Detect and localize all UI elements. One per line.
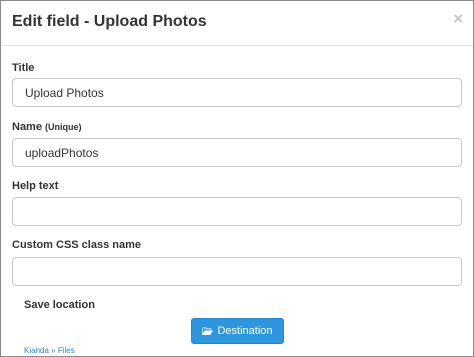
dialog-header: Edit field - Upload Photos ×	[1, 1, 473, 46]
help-text-label: Help text	[12, 180, 59, 192]
css-class-label: Custom CSS class name	[12, 239, 141, 251]
destination-button-label: Destination	[217, 325, 273, 337]
destination-button[interactable]: Destination	[191, 318, 284, 344]
breadcrumb: Kianda » Files	[24, 346, 75, 355]
breadcrumb-separator: »	[51, 346, 56, 355]
breadcrumb-current-link[interactable]: Files	[58, 346, 75, 355]
name-label: Name (Unique)	[12, 121, 82, 133]
help-text-input[interactable]	[12, 197, 462, 226]
title-label: Title	[12, 62, 35, 74]
title-input[interactable]	[12, 78, 462, 107]
name-unique-hint: (Unique)	[45, 122, 82, 132]
dialog-title: Edit field - Upload Photos	[12, 13, 207, 30]
breadcrumb-root-link[interactable]: Kianda	[24, 346, 49, 355]
name-input[interactable]	[12, 138, 462, 167]
save-location-label: Save location	[24, 299, 95, 311]
name-label-text: Name	[12, 121, 42, 133]
edit-field-dialog: Edit field - Upload Photos × Title Name …	[0, 0, 474, 357]
css-class-input[interactable]	[12, 257, 462, 286]
close-icon[interactable]: ×	[453, 10, 463, 27]
folder-open-icon	[202, 327, 214, 335]
